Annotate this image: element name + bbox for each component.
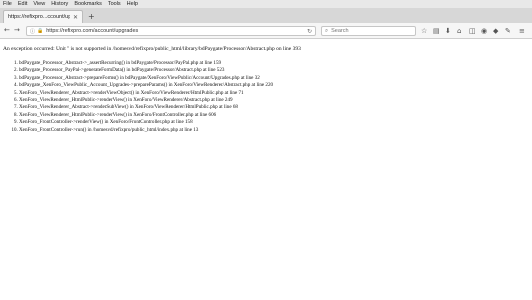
menu-help[interactable]: Help bbox=[127, 0, 138, 8]
stack-trace: bdPaygate_Processor_Abstract->_assertRec… bbox=[0, 60, 273, 134]
menu-bar: File Edit View History Bookmarks Tools H… bbox=[0, 0, 532, 8]
address-bar[interactable]: ⓘ 🔒 https://refixpro.com/account/upgrade… bbox=[26, 26, 316, 36]
menu-history[interactable]: History bbox=[51, 0, 68, 8]
tab-strip: https://refixpro...ccount/upgrades ✕ + bbox=[0, 8, 532, 23]
search-input[interactable] bbox=[331, 28, 412, 34]
pocket-icon[interactable]: ◫ bbox=[469, 26, 476, 36]
home-icon[interactable]: ⌂ bbox=[457, 26, 461, 36]
downloads-icon[interactable]: ⬇ bbox=[445, 26, 451, 36]
url-text[interactable]: https://refixpro.com/account/upgrades bbox=[46, 28, 138, 34]
trace-item: bdPaygate_Processor_PayPal->generateForm… bbox=[19, 67, 273, 74]
error-message: An exception occurred: Unit '' is not su… bbox=[3, 46, 301, 52]
trace-item: bdPaygate_XenForo_ViewPublic_Account_Upg… bbox=[19, 82, 273, 89]
addon-icon[interactable]: ✎ bbox=[505, 26, 511, 36]
trace-item: XenForo_ViewRenderer_Abstract->renderVie… bbox=[19, 90, 273, 97]
menu-bookmarks[interactable]: Bookmarks bbox=[74, 0, 102, 8]
reading-list-icon[interactable]: ▤ bbox=[433, 26, 440, 36]
extension-icon[interactable]: ◆ bbox=[493, 26, 498, 36]
back-icon[interactable]: ← bbox=[4, 26, 10, 35]
menu-tools[interactable]: Tools bbox=[108, 0, 121, 8]
trace-item: XenForo_ViewRenderer_Abstract->renderSub… bbox=[19, 104, 273, 111]
firefox-account-icon[interactable]: ◉ bbox=[481, 26, 487, 36]
navigation-bar: ← → ⓘ 🔒 https://refixpro.com/account/upg… bbox=[0, 23, 532, 39]
tab-title: https://refixpro...ccount/upgrades bbox=[8, 14, 70, 20]
lock-icon: 🔒 bbox=[37, 28, 44, 34]
menu-view[interactable]: View bbox=[33, 0, 45, 8]
search-icon: ⌕ bbox=[325, 27, 329, 34]
search-bar[interactable]: ⌕ bbox=[321, 26, 416, 36]
hamburger-menu-icon[interactable]: ≡ bbox=[519, 26, 525, 36]
tab-upgrades[interactable]: https://refixpro...ccount/upgrades ✕ bbox=[3, 10, 83, 23]
reload-icon[interactable]: ↻ bbox=[307, 28, 312, 35]
trace-item: XenForo_FrontController->run() in /homes… bbox=[19, 127, 273, 134]
close-icon[interactable]: ✕ bbox=[73, 14, 78, 21]
bookmark-star-icon[interactable]: ☆ bbox=[421, 26, 427, 36]
menu-edit[interactable]: Edit bbox=[18, 0, 27, 8]
new-tab-icon[interactable]: + bbox=[88, 12, 95, 22]
menu-file[interactable]: File bbox=[3, 0, 12, 8]
forward-icon[interactable]: → bbox=[14, 26, 20, 35]
info-icon[interactable]: ⓘ bbox=[30, 28, 35, 35]
page-content: An exception occurred: Unit '' is not su… bbox=[0, 39, 532, 300]
trace-item: XenForo_FrontController->renderView() in… bbox=[19, 119, 273, 126]
